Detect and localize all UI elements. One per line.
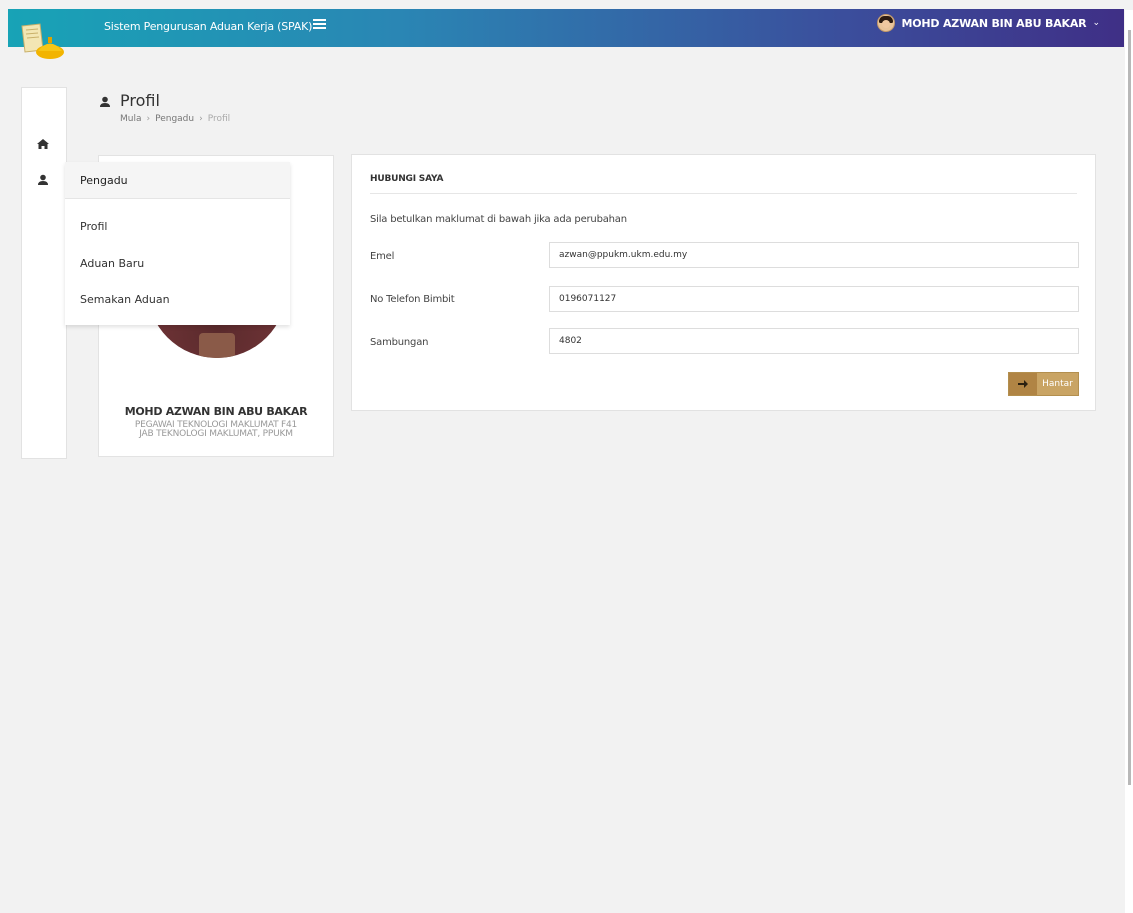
email-label: Emel — [370, 251, 395, 262]
app-title: Sistem Pengurusan Aduan Kerja (SPAK) — [104, 20, 313, 33]
contact-form-card: HUBUNGI SAYA Sila betulkan maklumat di b… — [351, 154, 1096, 411]
page-header: Profil Mula › Pengadu › Profil — [98, 91, 230, 124]
scrollbar[interactable] — [1125, 10, 1133, 913]
extension-field[interactable]: 4802 — [549, 328, 1079, 354]
form-instructions: Sila betulkan maklumat di bawah jika ada… — [370, 214, 627, 225]
pengadu-flyout-menu: Pengadu Profil Aduan Baru Semakan Aduan — [65, 162, 290, 325]
user-icon[interactable] — [36, 172, 50, 186]
breadcrumb-separator: › — [199, 114, 203, 124]
breadcrumb-separator: › — [146, 114, 151, 124]
user-name: MOHD AZWAN BIN ABU BAKAR — [901, 16, 1087, 30]
sidebar — [21, 87, 67, 459]
home-icon[interactable] — [36, 136, 50, 150]
app-logo[interactable] — [16, 20, 66, 62]
email-field[interactable]: azwan@ppukm.ukm.edu.my — [549, 242, 1079, 268]
arrow-right-icon — [1009, 373, 1037, 395]
menu-toggle-icon[interactable] — [313, 19, 326, 32]
avatar — [876, 14, 895, 32]
divider — [370, 193, 1077, 194]
submit-button-label: Hantar — [1042, 379, 1073, 389]
mobile-phone-field[interactable]: 0196071127 — [549, 286, 1079, 312]
menu-item-semakan-aduan[interactable]: Semakan Aduan — [80, 293, 170, 306]
breadcrumb: Mula › Pengadu › Profil — [120, 114, 230, 124]
page-title: Profil — [98, 91, 230, 110]
mobile-phone-label: No Telefon Bimbit — [370, 294, 455, 305]
user-icon — [98, 94, 112, 108]
submit-button[interactable]: Hantar — [1008, 372, 1079, 396]
breadcrumb-pengadu[interactable]: Pengadu — [155, 114, 194, 124]
page-title-text: Profil — [120, 91, 160, 110]
profile-name: MOHD AZWAN BIN ABU BAKAR — [124, 405, 308, 418]
menu-item-aduan-baru[interactable]: Aduan Baru — [80, 257, 144, 270]
profile-department: JAB TEKNOLOGI MAKLUMAT, PPUKM — [139, 429, 293, 439]
user-menu[interactable]: MOHD AZWAN BIN ABU BAKAR ⌄ — [876, 14, 1100, 32]
flyout-heading: Pengadu — [65, 162, 290, 199]
menu-item-profil[interactable]: Profil — [80, 220, 107, 233]
breadcrumb-home[interactable]: Mula — [120, 114, 142, 124]
breadcrumb-current: Profil — [207, 114, 231, 124]
card-title: HUBUNGI SAYA — [370, 174, 444, 184]
chevron-down-icon: ⌄ — [1092, 18, 1100, 28]
extension-label: Sambungan — [370, 337, 429, 348]
